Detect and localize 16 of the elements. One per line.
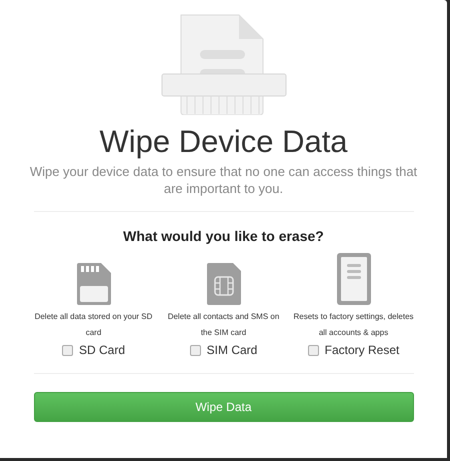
option-description: Resets to factory settings, deletes all accounts & apps	[292, 311, 415, 339]
checkbox-label[interactable]: SIM Card	[206, 341, 258, 359]
shredder-icon	[160, 12, 287, 115]
checkbox[interactable]	[62, 344, 73, 356]
checkbox-label[interactable]: Factory Reset	[324, 341, 400, 359]
checkbox[interactable]	[190, 344, 201, 356]
dialog-title: Wipe Device Data	[99, 123, 348, 161]
question-heading: What would you like to erase?	[123, 227, 324, 246]
option-description: Delete all data stored on your SD card	[34, 311, 154, 339]
sd-card-icon	[76, 263, 110, 305]
dialog-description: Wipe your device data to ensure that no one can access things that are important to you.	[28, 163, 418, 197]
checkbox[interactable]	[308, 344, 319, 356]
sim-card-icon	[206, 263, 240, 305]
phone-icon	[336, 253, 370, 305]
option-description: Delete all contacts and SMS on the SIM card	[166, 311, 280, 339]
checkbox-label[interactable]: SD Card	[78, 341, 125, 359]
